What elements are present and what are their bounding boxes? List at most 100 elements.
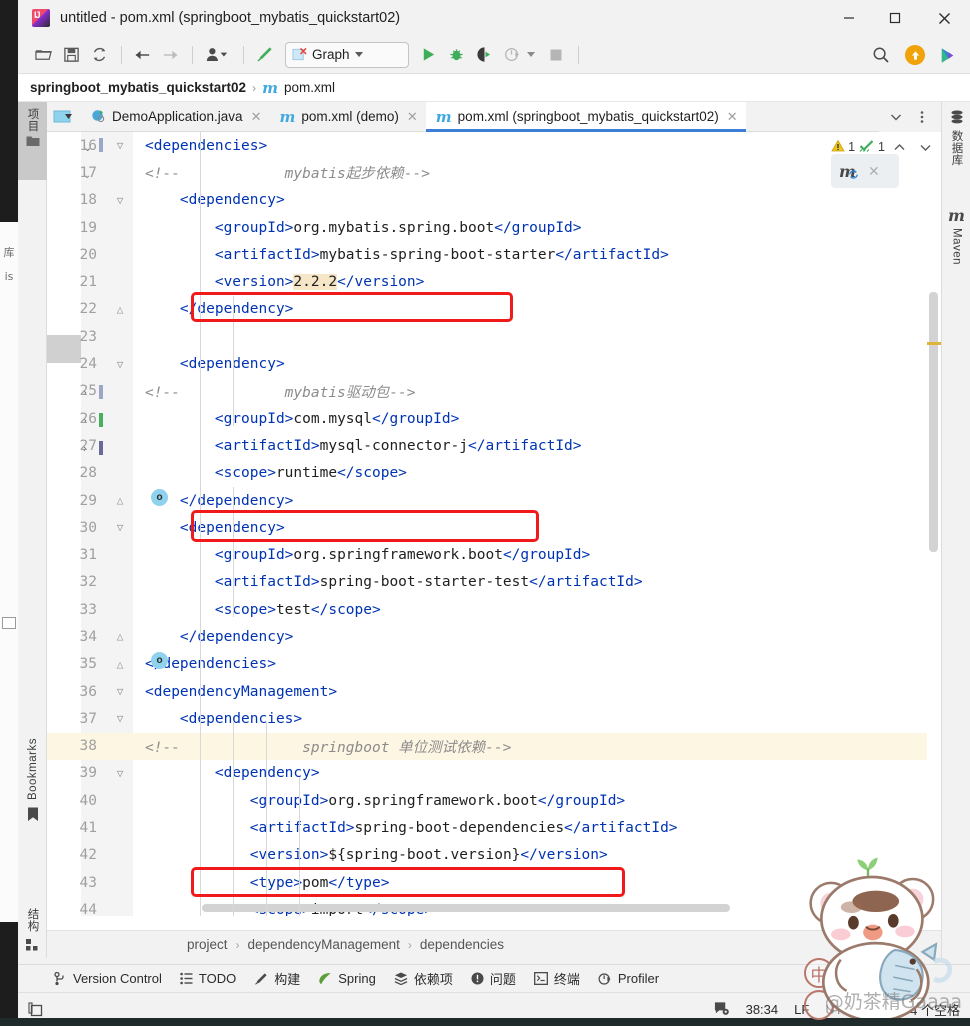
code-line[interactable]: 40 <groupId>org.springframework.boot</gr… [47,787,941,814]
caret-position[interactable]: 38:34 [746,1002,779,1017]
maven-gutter-icon-2[interactable]: o [151,652,168,669]
code-line[interactable]: 38 <!-- springboot 单位测试依赖--> [47,732,941,760]
fold-marker-icon[interactable]: ▽ [113,712,127,725]
maven-gutter-icon-1[interactable]: o [151,489,168,506]
tool-window-todo[interactable]: TODO [180,971,236,986]
tab-close-icon[interactable]: ✕ [251,109,262,125]
code-line[interactable]: 20 <artifactId>mybatis-spring-boot-start… [47,241,941,268]
navigate-back-icon[interactable] [129,42,155,68]
debug-bug-icon[interactable] [443,42,469,68]
fold-marker-icon[interactable]: ▽ [113,358,127,371]
code-line[interactable]: 33 <scope>test</scope> [47,596,941,623]
sidebar-item-project[interactable]: 项目 [18,102,47,180]
breadcrumb-project[interactable]: springboot_mybatis_quickstart02 [30,80,246,95]
maximize-button[interactable] [872,0,918,36]
code-line[interactable]: 25 <!-- mybatis驱动包--> [47,378,941,405]
sidebar-item-bookmarks[interactable]: Bookmarks [18,732,47,892]
fold-marker-icon[interactable]: △ [113,303,127,316]
minimize-button[interactable] [826,0,872,36]
open-folder-icon[interactable] [30,42,56,68]
maven-reload-popup[interactable]: m ✕ [831,154,899,188]
fold-marker-icon[interactable]: ▽ [113,685,127,698]
breadcrumb-file[interactable]: pom.xml [284,80,335,95]
code-line[interactable]: 16 ▽ <dependencies> [47,132,941,159]
editor-crumb-dependencies[interactable]: dependencies [420,937,504,952]
sidebar-item-database[interactable]: 数据库 [942,106,970,192]
tab-close-icon[interactable]: ✕ [407,109,418,125]
inspection-ok-group[interactable]: 1 [859,139,885,156]
layout-icon[interactable] [18,1001,54,1018]
ide-services-icon[interactable] [934,42,960,68]
warning-count-group[interactable]: 1 [831,139,855,156]
tool-window-terminal[interactable]: 终端 [533,969,580,988]
editor-crumb-dependencymanagement[interactable]: dependencyManagement [248,937,400,952]
code-line[interactable]: 24 ▽ <dependency> [47,350,941,377]
tab-pom-xml-springboot-mybatis-quickstart02[interactable]: m pom.xml (springboot_mybatis_quickstart… [425,102,746,132]
run-play-icon[interactable] [415,42,441,68]
chevron-down-icon[interactable] [885,106,907,128]
code-line[interactable]: 27 <artifactId>mysql-connector-j</artifa… [47,432,941,459]
tab-demoapplication-java[interactable]: DemoApplication.java ✕ [81,102,269,131]
close-icon[interactable]: ✕ [868,163,880,180]
fold-marker-icon[interactable]: △ [113,494,127,507]
code-line[interactable]: 22 △ </dependency> [47,296,941,323]
run-configuration-selector[interactable]: Graph [285,41,409,68]
code-line[interactable]: 28 <scope>runtime</scope> [47,460,941,487]
build-hammer-icon[interactable] [251,42,277,68]
code-editor[interactable]: ⌄ ⌄ › › › o o 16 ▽ <dependencies> 17 <!-… [47,132,941,916]
code-line[interactable]: 30 ▽ <dependency> [47,514,941,541]
fold-marker-icon[interactable]: ▽ [113,139,127,152]
code-line[interactable]: 32 <artifactId>spring-boot-starter-test<… [47,569,941,596]
tool-window-spring[interactable]: Spring [318,971,376,986]
inspection-settings-icon[interactable] [713,1001,730,1019]
search-icon[interactable] [868,42,894,68]
run-coverage-icon[interactable] [471,42,497,68]
fold-marker-icon[interactable]: ▽ [113,194,127,207]
save-all-icon[interactable] [58,42,84,68]
code-line[interactable]: 34 △ </dependency> [47,623,941,650]
fold-marker-icon[interactable]: ▽ [113,767,127,780]
code-line[interactable]: 29 △ </dependency> [47,487,941,514]
chevron-down-icon[interactable] [915,137,935,157]
editor-crumb-project[interactable]: project [187,937,228,952]
code-line[interactable]: 18 ▽ <dependency> [47,187,941,214]
code-line[interactable]: 37 ▽ <dependencies> [47,705,941,732]
code-line[interactable]: 41 <artifactId>spring-boot-dependencies<… [47,814,941,841]
code-line[interactable]: 21 <version>2.2.2</version> [47,268,941,295]
sidebar-item-maven[interactable]: m Maven [942,202,970,322]
select-opened-file-icon[interactable] [47,102,81,131]
vertical-scrollbar-thumb[interactable] [929,292,938,552]
tool-window-problems[interactable]: 问题 [471,969,516,988]
maven-reload-icon[interactable]: m [839,162,858,181]
tab-close-icon[interactable]: ✕ [727,109,738,125]
code-line[interactable]: 17 <!-- mybatis起步依赖--> [47,159,941,186]
code-line[interactable]: 36 ▽ <dependencyManagement> [47,678,941,705]
code-line[interactable]: 26 <groupId>com.mysql</groupId> [47,405,941,432]
more-vertical-icon[interactable] [911,106,933,128]
fold-marker-icon[interactable]: ▽ [113,521,127,534]
code-line[interactable]: 23 [47,323,941,350]
profiler-dropdown-icon[interactable] [527,52,535,57]
update-arrow-icon[interactable] [905,45,925,65]
horizontal-scrollbar[interactable] [202,904,730,912]
tool-window-dependencies[interactable]: 依赖项 [394,969,453,988]
tab-pom-xml-demo[interactable]: m pom.xml (demo) ✕ [269,102,425,131]
code-line[interactable]: 39 ▽ <dependency> [47,760,941,787]
tool-window-build[interactable]: 构建 [254,969,300,988]
chevron-down-icon[interactable] [354,52,363,57]
code-line[interactable]: 43 <type>pom</type> [47,869,941,896]
indent-setting[interactable]: 4 个空格 [910,1000,960,1019]
code-line[interactable]: 31 <groupId>org.springframework.boot</gr… [47,541,941,568]
code-line[interactable]: 42 <version>${spring-boot.version}</vers… [47,842,941,869]
marker-warning[interactable] [927,342,941,345]
tool-window-version-control[interactable]: Version Control [54,971,162,986]
eye-icon[interactable] [878,1002,894,1017]
sync-refresh-icon[interactable] [86,42,112,68]
close-button[interactable] [918,0,970,36]
vcs-user-icon[interactable] [200,42,234,68]
code-line[interactable]: 35 △ </dependencies> [47,651,941,678]
tool-window-profiler[interactable]: Profiler [598,971,659,986]
code-line[interactable]: 19 <groupId>org.mybatis.spring.boot</gro… [47,214,941,241]
fold-marker-icon[interactable]: △ [113,630,127,643]
fold-marker-icon[interactable]: △ [113,658,127,671]
